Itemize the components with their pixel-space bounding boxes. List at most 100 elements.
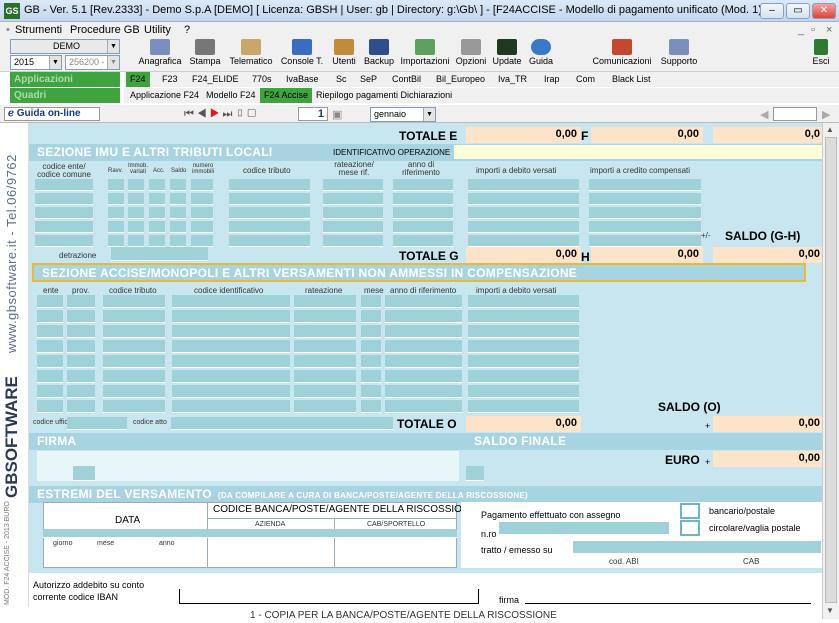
- year-select[interactable]: 2015 ▼: [10, 55, 62, 70]
- accise-cell[interactable]: [67, 340, 95, 353]
- nro-input[interactable]: [499, 522, 669, 535]
- imu-cell[interactable]: [468, 221, 579, 233]
- tab-bil-europeo[interactable]: Bil_Europeo: [432, 72, 489, 87]
- utenti-button[interactable]: Utenti: [328, 38, 360, 70]
- imu-cell[interactable]: [35, 193, 93, 205]
- accise-cell[interactable]: [37, 400, 63, 413]
- imu-cell[interactable]: [170, 235, 186, 247]
- close-button[interactable]: ✕: [812, 3, 836, 19]
- imu-cell[interactable]: [191, 179, 213, 191]
- accise-cell[interactable]: [172, 355, 290, 368]
- accise-cell[interactable]: [67, 385, 95, 398]
- imu-cell[interactable]: [128, 221, 144, 233]
- imu-cell[interactable]: [128, 179, 144, 191]
- accise-cell[interactable]: [294, 400, 356, 413]
- search-input[interactable]: [773, 107, 817, 121]
- imu-cell[interactable]: [468, 193, 579, 205]
- accise-cell[interactable]: [103, 370, 165, 383]
- imu-cell[interactable]: [323, 179, 383, 191]
- imu-cell[interactable]: [191, 221, 213, 233]
- imu-cell[interactable]: [108, 221, 124, 233]
- imu-cell[interactable]: [229, 235, 310, 247]
- iban-input[interactable]: [179, 589, 479, 604]
- comunicazioni-button[interactable]: Comunicazioni: [592, 38, 652, 70]
- accise-cell[interactable]: [37, 385, 63, 398]
- quadri-select[interactable]: Quadri: [10, 88, 120, 103]
- codice-atto-input[interactable]: [171, 417, 393, 430]
- accise-cell[interactable]: [468, 385, 579, 398]
- imu-cell[interactable]: [149, 221, 165, 233]
- tab-f24-elide[interactable]: F24_ELIDE: [188, 72, 243, 87]
- imu-cell[interactable]: [393, 235, 453, 247]
- prev-icon[interactable]: ◀: [197, 108, 210, 120]
- opzioni-button[interactable]: Opzioni: [454, 38, 488, 70]
- accise-cell[interactable]: [294, 340, 356, 353]
- tab-irap[interactable]: Irap: [540, 72, 564, 87]
- imu-cell[interactable]: [149, 207, 165, 219]
- imu-cell[interactable]: [128, 193, 144, 205]
- accise-cell[interactable]: [172, 295, 290, 308]
- menu-strumenti[interactable]: Strumenti: [15, 24, 62, 36]
- imu-cell[interactable]: [191, 235, 213, 247]
- accise-cell[interactable]: [294, 295, 356, 308]
- accise-cell[interactable]: [103, 325, 165, 338]
- vertical-scrollbar[interactable]: ▲ ▼: [822, 123, 839, 619]
- accise-cell[interactable]: [361, 310, 381, 323]
- telematico-button[interactable]: Telematico: [226, 38, 276, 70]
- mdi-restore-icon[interactable]: ▫: [811, 24, 815, 36]
- imu-cell[interactable]: [393, 207, 453, 219]
- accise-cell[interactable]: [37, 370, 63, 383]
- imu-cell[interactable]: [35, 207, 93, 219]
- imu-cell[interactable]: [128, 207, 144, 219]
- imu-cell[interactable]: [229, 179, 310, 191]
- subtab-applicazione-f24[interactable]: Applicazione F24: [126, 88, 203, 103]
- imu-cell[interactable]: [229, 193, 310, 205]
- scroll-up-icon[interactable]: ▲: [826, 125, 834, 134]
- esci-button[interactable]: Esci: [808, 38, 834, 70]
- forward-icon[interactable]: ▶: [822, 108, 830, 121]
- accise-cell[interactable]: [294, 385, 356, 398]
- imu-cell[interactable]: [35, 221, 93, 233]
- imu-cell[interactable]: [468, 235, 579, 247]
- console-button[interactable]: Console T.: [278, 38, 326, 70]
- imu-cell[interactable]: [191, 193, 213, 205]
- imu-cell[interactable]: [589, 193, 701, 205]
- accise-cell[interactable]: [468, 295, 579, 308]
- accise-cell[interactable]: [468, 325, 579, 338]
- accise-cell[interactable]: [37, 310, 63, 323]
- accise-cell[interactable]: [37, 340, 63, 353]
- first-icon[interactable]: ⏮: [184, 108, 197, 120]
- accise-cell[interactable]: [294, 355, 356, 368]
- delete-icon[interactable]: ▢: [247, 108, 259, 120]
- imu-cell[interactable]: [128, 235, 144, 247]
- imu-cell[interactable]: [323, 235, 383, 247]
- imu-cell[interactable]: [170, 207, 186, 219]
- accise-cell[interactable]: [172, 340, 290, 353]
- accise-cell[interactable]: [67, 295, 95, 308]
- accise-cell[interactable]: [385, 400, 462, 413]
- mdi-close-icon[interactable]: ×: [826, 24, 832, 36]
- accise-cell[interactable]: [172, 370, 290, 383]
- imu-cell[interactable]: [108, 207, 124, 219]
- menu-utility[interactable]: Utility: [144, 24, 171, 36]
- back-icon[interactable]: ◀: [760, 108, 768, 121]
- accise-cell[interactable]: [103, 310, 165, 323]
- codice-banca-input[interactable]: [207, 529, 457, 538]
- page-go-icon[interactable]: ▣: [332, 108, 342, 121]
- update-button[interactable]: Update: [490, 38, 524, 70]
- accise-cell[interactable]: [468, 355, 579, 368]
- accise-cell[interactable]: [103, 400, 165, 413]
- saldo-finale-check[interactable]: [466, 466, 484, 481]
- tab-ivabase[interactable]: IvaBase: [282, 72, 323, 87]
- tab-sep[interactable]: SeP: [356, 72, 381, 87]
- copy-icon[interactable]: ▯: [235, 108, 247, 120]
- accise-cell[interactable]: [37, 295, 63, 308]
- tratto-input[interactable]: [573, 541, 821, 554]
- scroll-down-icon[interactable]: ▼: [826, 606, 834, 615]
- importazioni-button[interactable]: Importazioni: [398, 38, 452, 70]
- accise-cell[interactable]: [103, 385, 165, 398]
- accise-cell[interactable]: [385, 310, 462, 323]
- accise-cell[interactable]: [294, 370, 356, 383]
- imu-cell[interactable]: [589, 221, 701, 233]
- menu-procedure[interactable]: Procedure GB: [70, 24, 140, 36]
